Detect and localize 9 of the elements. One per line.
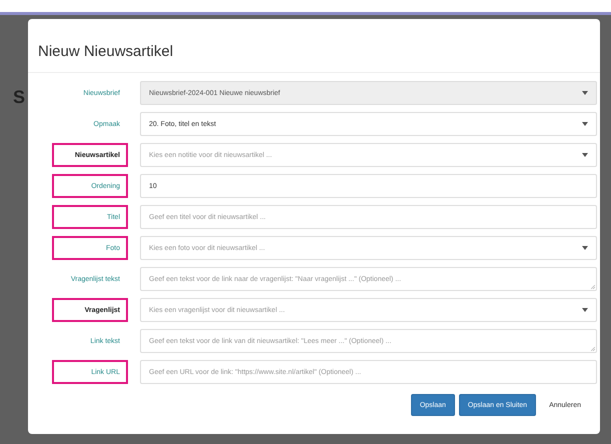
- page-heading: S: [13, 87, 26, 108]
- caret-icon: [582, 91, 588, 95]
- resize-grip-icon: [591, 285, 595, 289]
- resize-grip-icon: [591, 347, 595, 351]
- caret-icon: [582, 122, 588, 126]
- caret-icon: [582, 153, 588, 157]
- caret-icon: [582, 246, 588, 250]
- dialog-title: Nieuw Nieuwsartikel: [38, 43, 174, 60]
- caret-icon: [582, 308, 588, 312]
